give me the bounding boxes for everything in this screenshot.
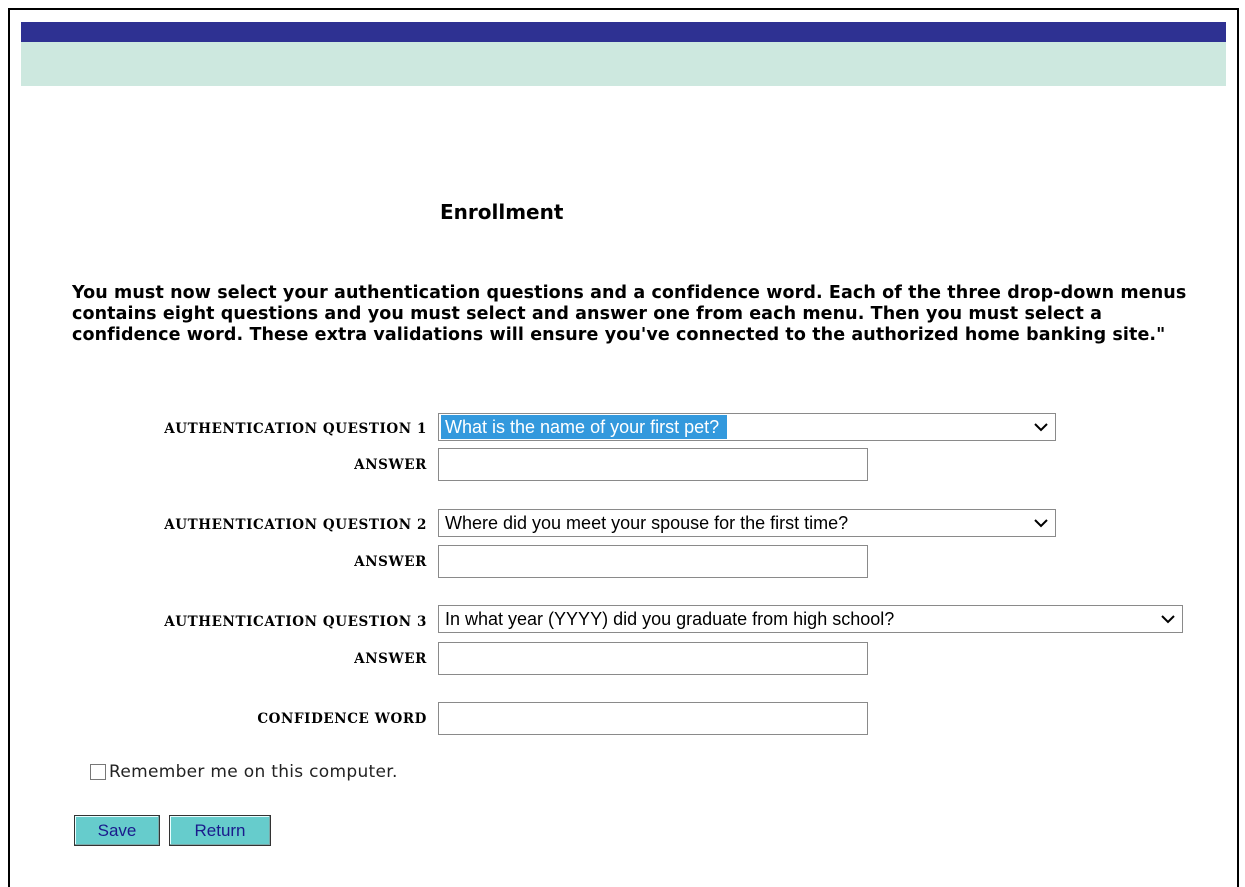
header-bar: [21, 22, 1226, 42]
chevron-down-icon: [1161, 615, 1175, 624]
save-button[interactable]: Save: [74, 815, 160, 846]
remember-me-checkbox[interactable]: [90, 764, 106, 780]
page-title: Enrollment: [440, 200, 564, 224]
question-2-label: AUTHENTICATION QUESTION 2: [164, 517, 427, 533]
question-1-select[interactable]: What is the name of your first pet?: [438, 413, 1056, 441]
question-1-selected-value: What is the name of your first pet?: [441, 415, 728, 439]
confidence-word-label: CONFIDENCE WORD: [257, 711, 427, 727]
question-2-selected-value: Where did you meet your spouse for the f…: [445, 513, 849, 533]
confidence-word-input[interactable]: [438, 702, 868, 735]
answer-3-input[interactable]: [438, 642, 868, 675]
remember-me-row: Remember me on this computer.: [90, 762, 398, 782]
remember-me-label[interactable]: Remember me on this computer.: [109, 762, 398, 782]
question-3-selected-value: In what year (YYYY) did you graduate fro…: [445, 609, 895, 629]
question-2-select[interactable]: Where did you meet your spouse for the f…: [438, 509, 1056, 537]
answer-1-label: ANSWER: [354, 457, 427, 473]
instructions-text: You must now select your authentication …: [72, 283, 1187, 345]
answer-3-label: ANSWER: [354, 651, 427, 667]
chevron-down-icon: [1034, 519, 1048, 528]
question-3-label: AUTHENTICATION QUESTION 3: [164, 614, 427, 630]
answer-2-input[interactable]: [438, 545, 868, 578]
chevron-down-icon: [1034, 423, 1048, 432]
answer-2-label: ANSWER: [354, 554, 427, 570]
answer-1-input[interactable]: [438, 448, 868, 481]
question-1-label: AUTHENTICATION QUESTION 1: [164, 421, 427, 437]
return-button[interactable]: Return: [169, 815, 271, 846]
header-subbar: [21, 42, 1226, 86]
question-3-select[interactable]: In what year (YYYY) did you graduate fro…: [438, 605, 1183, 633]
